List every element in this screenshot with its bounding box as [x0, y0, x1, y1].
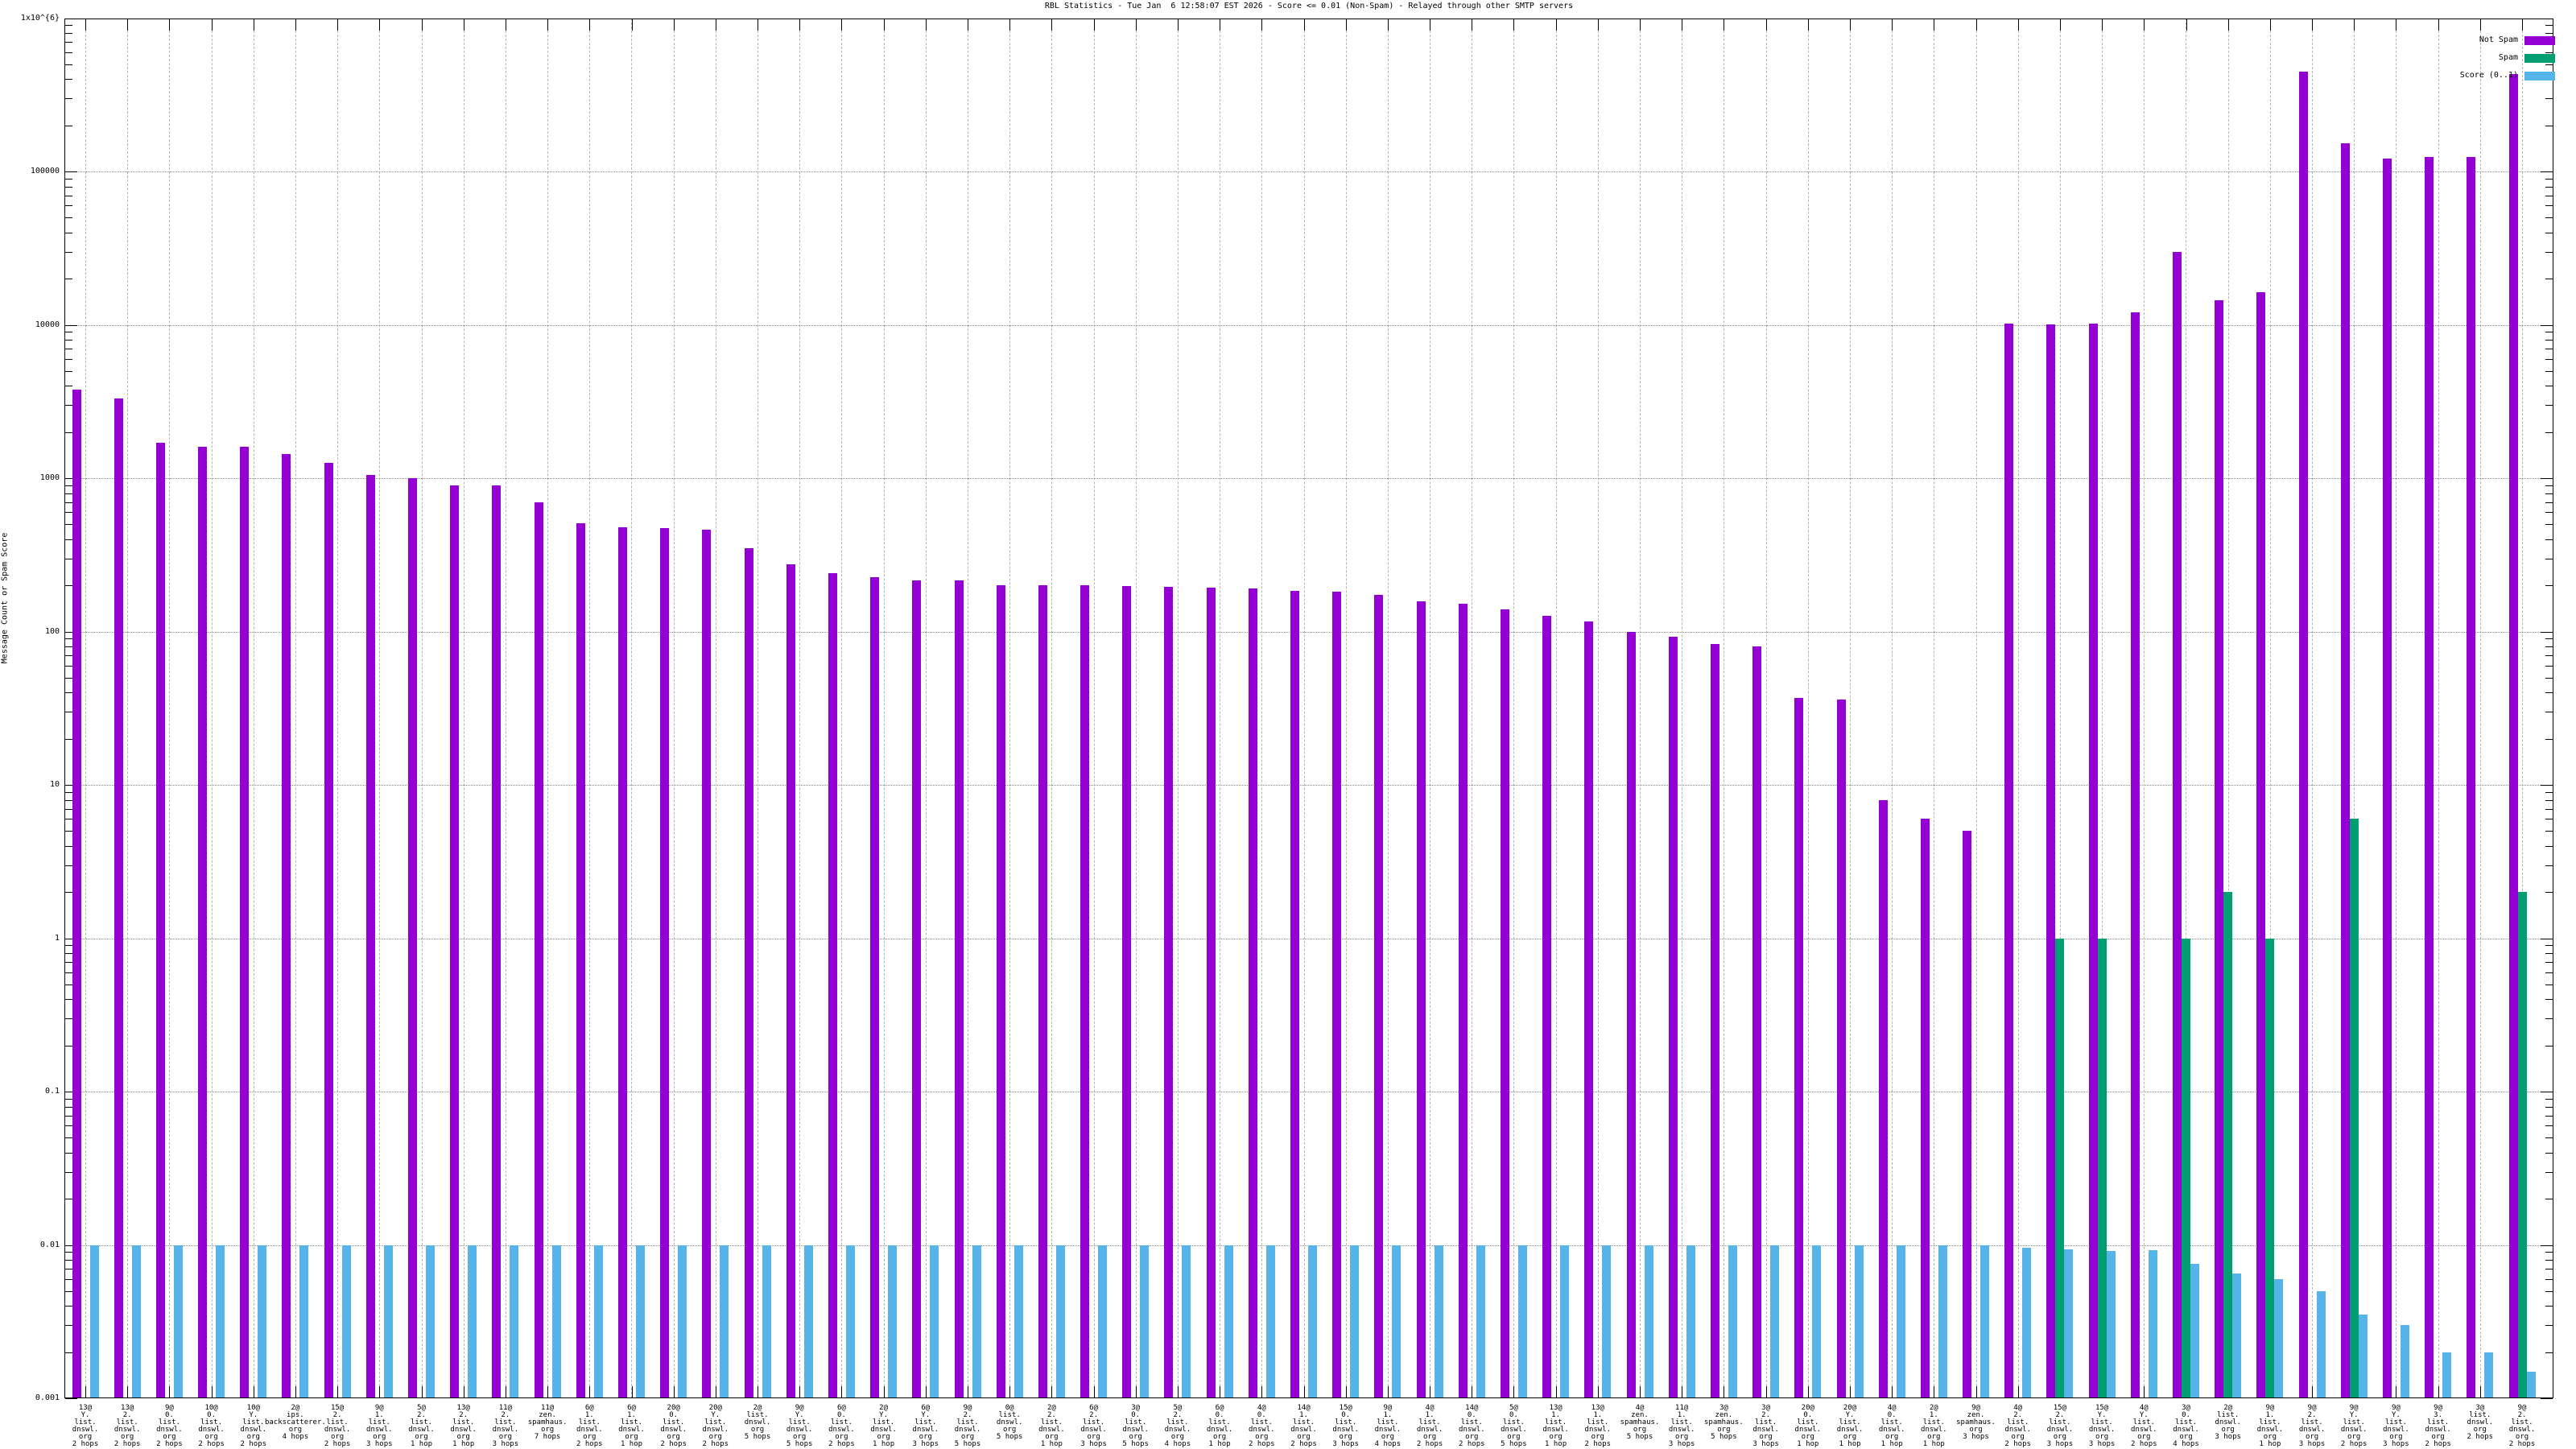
y-tick-label: 0.1: [2, 1087, 60, 1096]
y-axis-label: Message Count or Spam Score: [1, 533, 10, 664]
y-tick-label: 1000: [2, 473, 60, 482]
legend-swatch-spam-icon: [2524, 54, 2555, 63]
y-tick-label: 10000: [2, 320, 60, 329]
plot-border: [64, 19, 2553, 1399]
chart-title: RBL Statistics - Tue Jan 6 12:58:07 EST …: [64, 2, 2553, 10]
legend-swatch-not-spam-icon: [2524, 36, 2555, 45]
y-tick-label: 100: [2, 627, 60, 636]
y-tick-label: 1x10^{6}: [2, 14, 60, 23]
y-major-tick: [65, 1398, 77, 1399]
legend-label-spam: Spam: [2499, 53, 2518, 62]
y-tick-label: 10: [2, 780, 60, 789]
y-tick-label: 0.001: [2, 1393, 60, 1402]
rbl-statistics-chart: RBL Statistics - Tue Jan 6 12:58:07 EST …: [0, 0, 2576, 1449]
y-tick-label: 0.01: [2, 1241, 60, 1249]
legend-item-not-spam: Not Spam: [2383, 35, 2555, 45]
y-tick-label: 1: [2, 934, 60, 943]
legend-swatch-score-icon: [2524, 72, 2555, 80]
x-tick-label: 9@ 2. list. dnswl. org 2 hops: [2484, 1405, 2560, 1448]
legend-label-not-spam: Not Spam: [2479, 35, 2518, 44]
y-major-tick: [2541, 1398, 2553, 1399]
legend-item-score: Score (0..1): [2383, 71, 2555, 80]
legend-label-score: Score (0..1): [2460, 71, 2518, 80]
legend-item-spam: Spam: [2383, 53, 2555, 63]
y-tick-label: 100000: [2, 167, 60, 175]
